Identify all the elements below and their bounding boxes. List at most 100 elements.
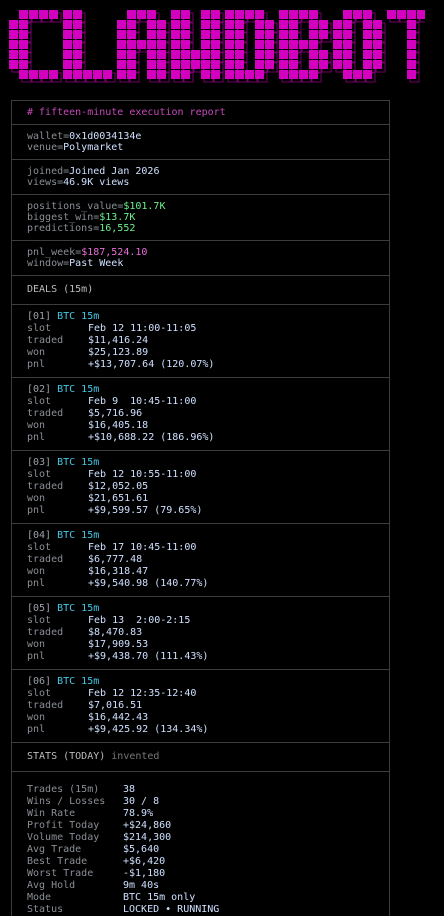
deal-market: BTC 15m [57,384,100,395]
stat-label: Worst Trade [27,868,94,879]
deal-traded-label: traded [27,627,64,638]
deal-market: BTC 15m [57,457,100,468]
deal-won-label: won [27,639,46,650]
stat-row: Avg Trade $5,640 [27,844,389,856]
stats-section: Trades (15m) 38 Wins / Losses 30 / 8 Win Rat… [12,772,389,916]
deal-won-value: $16,405.18 [88,420,149,431]
pnl-week-value: $187,524.10 [81,247,148,258]
stat-label: Profit Today [27,820,100,831]
stat-row: Avg Hold 9m 40s [27,880,389,892]
stat-row: Trades (15m) 38 [27,784,389,796]
stat-value: 78.9% [123,808,154,819]
deal-pnl-label: pnl [27,651,46,662]
deal-pnl-value: +$13,707.64 (120.07%) [88,359,215,370]
stat-row: Mode BTC 15m only [27,892,389,904]
deal-item[interactable]: [05] BTC 15m slot Feb 13 2:00-2:15 traded $8,… [12,597,389,670]
stat-value: BTC 15m only [123,892,196,903]
deal-won-label: won [27,420,46,431]
stat-value: 30 / 8 [123,796,160,807]
stat-label: Win Rate [27,808,76,819]
deal-traded-value: $7,016.51 [88,700,143,711]
deal-item[interactable]: [03] BTC 15m slot Feb 12 10:55-11:00 traded $… [12,451,389,524]
deal-index: [01] [27,311,52,322]
deal-pnl-value: +$10,688.22 (186.96%) [88,432,215,443]
deal-item[interactable]: [04] BTC 15m slot Feb 17 10:45-11:00 traded $… [12,524,389,597]
stat-row: Profit Today +$24,860 [27,820,389,832]
wallet-key: wallet= [27,131,70,142]
stat-value: 38 [123,784,136,795]
deals-header-section: DEALS (15m) [12,276,389,305]
deal-traded-value: $11,416.24 [88,335,149,346]
deal-won-label: won [27,566,46,577]
deal-slot-label: slot [27,396,52,407]
stat-row: Wins / Losses 30 / 8 [27,796,389,808]
stats-header-section: STATS (TODAY) invented [12,743,389,772]
deal-slot-value: Feb 12 11:00-11:05 [88,323,197,334]
deal-traded-label: traded [27,481,64,492]
deal-market: BTC 15m [57,311,100,322]
deal-traded-value: $5,716.96 [88,408,143,419]
deal-slot-label: slot [27,615,52,626]
deal-slot-label: slot [27,542,52,553]
deal-slot-value: Feb 17 10:45-11:00 [88,542,197,553]
deal-won-label: won [27,712,46,723]
deal-slot-value: Feb 12 10:55-11:00 [88,469,197,480]
joined-key: joined= [27,166,70,177]
portfolio-section: positions_value=$101.7K biggest_win=$13.… [12,195,389,241]
deal-index: [02] [27,384,52,395]
deal-index: [03] [27,457,52,468]
stat-value: 9m 40s [123,880,160,891]
stat-label: Best Trade [27,856,88,867]
clawdbot-logo [5,4,425,86]
deal-slot-value: Feb 13 2:00-2:15 [88,615,191,626]
positions-value: $101.7K [123,201,166,212]
deal-pnl-label: pnl [27,578,46,589]
stat-label: Avg Trade [27,844,82,855]
deal-item[interactable]: [02] BTC 15m slot Feb 9 10:45-11:00 traded $5… [12,378,389,451]
deal-won-value: $16,442.43 [88,712,149,723]
deal-item[interactable]: [01] BTC 15m slot Feb 12 11:00-11:05 traded $… [12,305,389,378]
stat-label: Mode [27,892,52,903]
deal-market: BTC 15m [57,676,100,687]
stat-label: Volume Today [27,832,100,843]
stat-row: Win Rate 78.9% [27,808,389,820]
deal-traded-label: traded [27,408,64,419]
deal-traded-value: $6,777.48 [88,554,143,565]
report-header-section: # fifteen-minute execution report [12,101,389,125]
deal-index: [04] [27,530,52,541]
stats-subheader: invented [111,751,160,762]
deal-market: BTC 15m [57,530,100,541]
window-value: Past Week [69,258,124,269]
stat-row: Volume Today $214,300 [27,832,389,844]
stat-value: $214,300 [123,832,172,843]
predictions-key: predictions= [27,223,100,234]
deal-pnl-value: +$9,425.92 (134.34%) [88,724,209,735]
deal-traded-label: traded [27,554,64,565]
deal-slot-label: slot [27,688,52,699]
biggest-win-key: biggest_win= [27,212,100,223]
venue-name: Polymarket [63,142,124,153]
deal-won-label: won [27,347,46,358]
deal-pnl-label: pnl [27,724,46,735]
joined-value: Joined Jan 2026 [69,166,160,177]
stat-label: Wins / Losses [27,796,106,807]
pnl-section: pnl_week=$187,524.10 window=Past Week [12,241,389,276]
stat-label: Avg Hold [27,880,76,891]
wallet-address[interactable]: 0x1d0034134e [69,131,141,142]
stat-label: Status [27,904,64,915]
deal-item[interactable]: [06] BTC 15m slot Feb 12 12:35-12:40 traded $… [12,670,389,743]
deal-index: [05] [27,603,52,614]
stat-label: Trades (15m) [27,784,100,795]
views-key: views= [27,177,64,188]
views-value: 46.9K views [63,177,130,188]
deal-won-value: $21,651.61 [88,493,149,504]
biggest-win-value: $13.7K [99,212,136,223]
venue-key: venue= [27,142,64,153]
deal-won-value: $25,123.89 [88,347,149,358]
deal-traded-value: $8,470.83 [88,627,143,638]
logo-letters [9,10,425,79]
deals-header: DEALS (15m) [27,284,94,295]
deal-pnl-label: pnl [27,505,46,516]
deal-traded-value: $12,052.05 [88,481,149,492]
deal-pnl-value: +$9,438.70 (111.43%) [88,651,209,662]
